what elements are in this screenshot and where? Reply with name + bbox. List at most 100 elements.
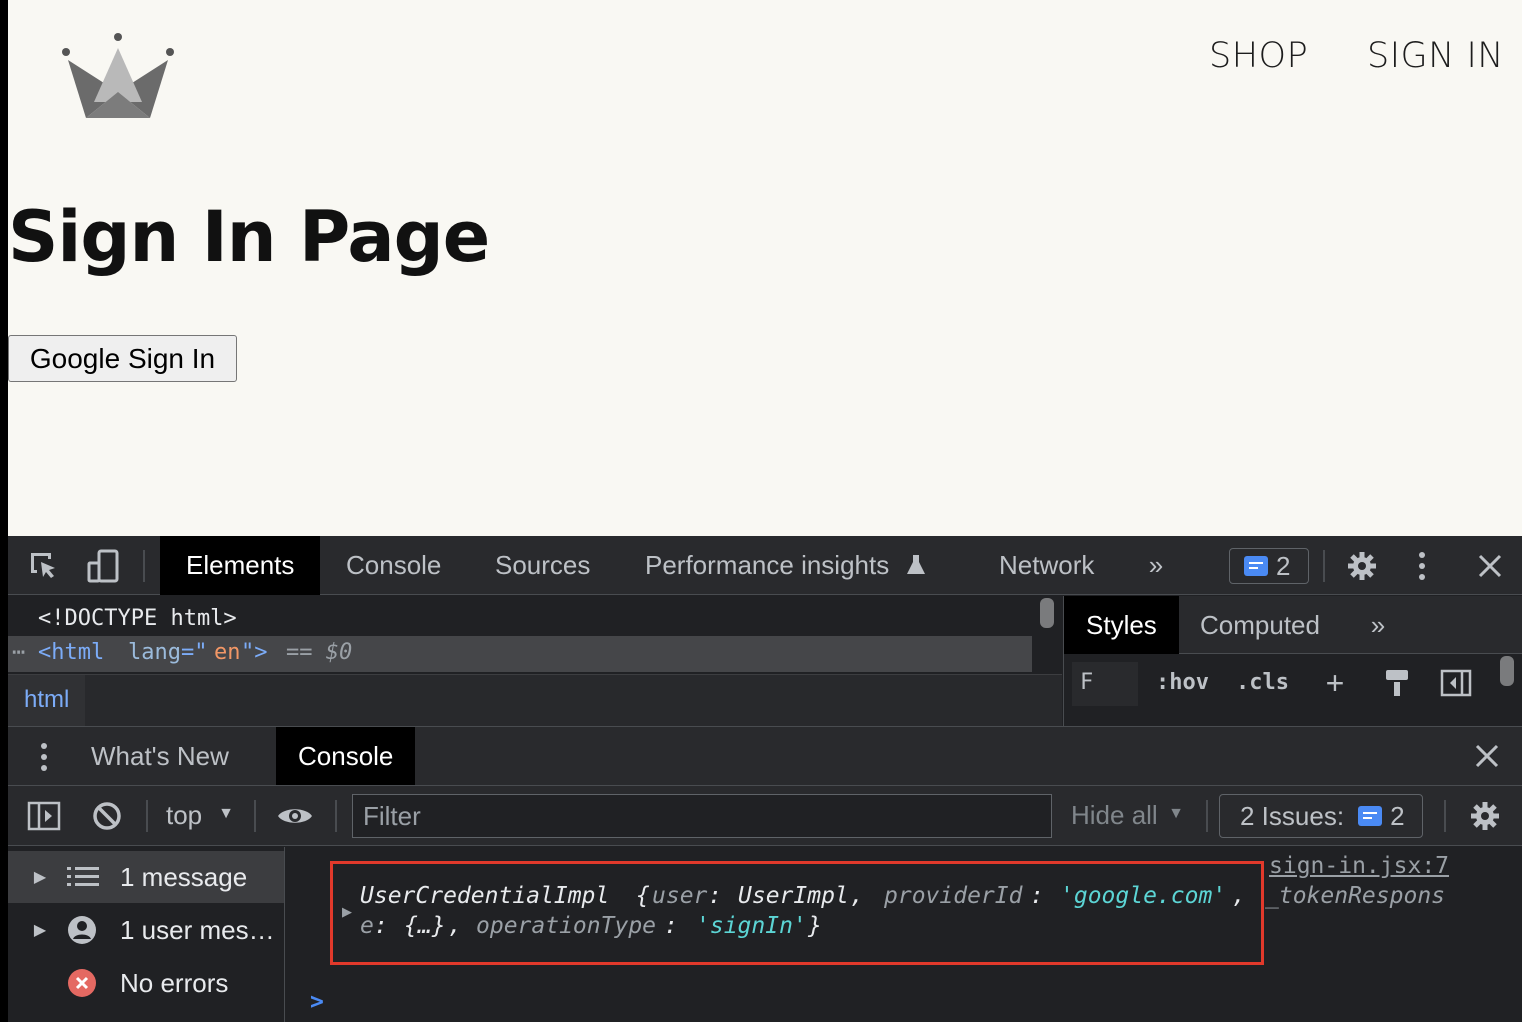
key-e: e [360, 913, 374, 939]
console-log-line-1[interactable]: UserCredentialImpl { user : UserImpl , p… [360, 883, 1260, 913]
console-toolbar: top ▼ Hide all ▼ 2 Issues: 2 [8, 786, 1522, 846]
close-devtools-icon[interactable] [1474, 550, 1506, 582]
web-page: SHOP SIGN IN Sign In Page Google Sign In [0, 0, 1522, 1022]
nav-sign-in-link[interactable]: SIGN IN [1367, 36, 1504, 76]
more-tabs-chevron-icon[interactable]: » [1142, 550, 1170, 580]
live-expression-eye-icon[interactable] [274, 800, 316, 832]
breadcrumb-html[interactable]: html [8, 675, 86, 727]
console-issues-button[interactable]: 2 Issues: 2 [1219, 794, 1423, 838]
issues-badge-count: 2 [1276, 550, 1291, 581]
tab-elements[interactable]: Elements [160, 536, 321, 595]
google-sign-in-button[interactable]: Google Sign In [8, 335, 237, 382]
source-link[interactable]: sign-in.jsx:7 [1269, 853, 1449, 879]
more-options-icon[interactable] [1412, 548, 1432, 584]
issues-message-icon [1358, 806, 1383, 826]
more-tabs-chevron-icon[interactable]: » [1364, 610, 1392, 640]
key-user: user [652, 883, 708, 909]
ellipsis-icon: ⋯ [12, 640, 26, 665]
value-e: {…} [404, 913, 446, 939]
expand-triangle-icon[interactable]: ▶ [32, 865, 48, 889]
tab-styles[interactable]: Styles [1064, 596, 1179, 654]
inspect-element-icon[interactable] [26, 548, 62, 584]
comma: , [850, 883, 864, 909]
selected-marker: == $0 [286, 640, 353, 665]
sidebar-item-errors[interactable]: No errors [8, 957, 284, 1009]
log-levels-selector[interactable]: Hide all [1071, 786, 1158, 844]
device-toolbar-icon[interactable] [84, 548, 122, 584]
tab-sources[interactable]: Sources [495, 536, 590, 595]
toolbar-divider [1206, 800, 1208, 832]
toggle-sidebar-icon[interactable] [1438, 666, 1474, 700]
console-settings-gear-icon[interactable] [1468, 799, 1502, 833]
close-drawer-icon[interactable] [1472, 741, 1502, 771]
sidebar-item-label: 1 message [120, 862, 248, 892]
object-open-brace: { [622, 883, 650, 909]
toolbar-divider [146, 800, 148, 832]
console-log-line-2[interactable]: e : {…} , operationType : 'signIn' } [360, 913, 1260, 943]
elements-dom-tree: <!DOCTYPE html> ⋯ <html lang =" en "> ==… [8, 596, 1062, 727]
sidebar-item-messages[interactable]: ▶ 1 message [8, 851, 284, 903]
list-icon [66, 863, 100, 891]
attr-name: lang [128, 640, 181, 665]
comma: , [448, 913, 462, 939]
toolbar-divider [254, 800, 256, 832]
styles-scrollbar-thumb[interactable] [1500, 656, 1514, 686]
console-filter-input[interactable] [352, 794, 1052, 838]
flask-icon [904, 552, 928, 578]
tab-computed[interactable]: Computed [1200, 596, 1320, 654]
dom-scrollbar-thumb[interactable] [1040, 598, 1054, 628]
comma: , [1232, 883, 1246, 909]
issues-message-icon [1244, 556, 1268, 576]
drawer-menu-icon[interactable] [34, 739, 54, 775]
toolbar-divider [143, 550, 145, 582]
object-class-name: UserCredentialImpl [360, 883, 610, 909]
drawer-tab-whats-new[interactable]: What's New [91, 727, 229, 785]
tab-network[interactable]: Network [999, 536, 1094, 595]
styles-tab-bar: Styles Computed » [1064, 596, 1522, 654]
context-selector[interactable]: top [166, 786, 202, 844]
value-operation-type: 'signIn' [696, 913, 807, 939]
crown-logo-icon[interactable] [58, 30, 178, 122]
show-sidebar-icon[interactable] [26, 800, 62, 832]
value-provider-id: 'google.com' [1060, 883, 1227, 909]
nav-shop-link[interactable]: SHOP [1209, 36, 1308, 76]
attr-value: en [214, 640, 241, 665]
drawer-tab-bar: What's New Console [8, 726, 1522, 786]
expand-object-triangle-icon[interactable]: ▶ [340, 903, 354, 921]
colon: : [1030, 883, 1044, 909]
clear-console-icon[interactable] [90, 799, 124, 833]
doctype-node[interactable]: <!DOCTYPE html> [38, 606, 237, 631]
overflow-text: _tokenRespons [1265, 883, 1446, 909]
devtools-panel: Elements Console Sources Performance ins… [8, 536, 1522, 1022]
tab-performance-insights[interactable]: Performance insights [645, 536, 889, 595]
drawer-tab-console[interactable]: Console [276, 727, 416, 785]
sidebar-item-label: No errors [120, 968, 229, 998]
window-left-edge [0, 0, 8, 1022]
key-provider-id: providerId [884, 883, 1023, 909]
tab-console[interactable]: Console [346, 536, 441, 595]
page-title: Sign In Page [8, 196, 490, 278]
issues-badge[interactable]: 2 [1229, 548, 1309, 584]
new-style-rule-icon[interactable]: + [1320, 665, 1350, 701]
styles-filter-input[interactable]: F [1072, 662, 1138, 706]
attr-close: "> [241, 640, 268, 665]
console-sidebar: ▶ 1 message ▶ 1 user mes… No errors [8, 847, 285, 1022]
toolbar-divider [1323, 550, 1325, 582]
value-user: UserImpl [738, 883, 849, 909]
hover-state-toggle[interactable]: :hov [1156, 670, 1209, 695]
toolbar-divider [335, 800, 337, 832]
paint-roller-icon[interactable] [1382, 666, 1412, 700]
expand-triangle-icon[interactable]: ▶ [32, 918, 48, 942]
console-prompt[interactable]: > [310, 989, 324, 1015]
user-icon [66, 914, 98, 946]
class-toggle[interactable]: .cls [1236, 670, 1289, 695]
breadcrumb: html [8, 674, 1062, 727]
selected-html-node-row[interactable]: ⋯ <html lang =" en "> == $0 [8, 636, 1032, 672]
sidebar-item-user-messages[interactable]: ▶ 1 user mes… [8, 904, 284, 956]
toolbar-divider [1444, 800, 1446, 832]
chevron-down-icon[interactable]: ▼ [216, 804, 236, 824]
colon: : [374, 913, 388, 939]
settings-gear-icon[interactable] [1344, 548, 1380, 584]
chevron-down-icon[interactable]: ▼ [1166, 804, 1186, 824]
styles-sidebar: Styles Computed » F :hov .cls + [1063, 596, 1522, 726]
